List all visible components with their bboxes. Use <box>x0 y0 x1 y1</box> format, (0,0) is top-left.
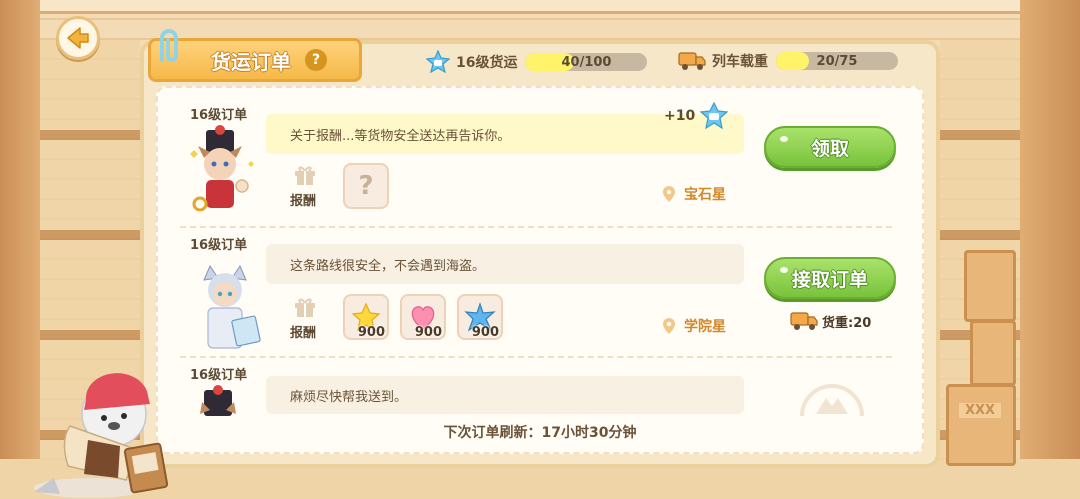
blue-star-badge-icon <box>426 50 450 74</box>
claim-button[interactable]: 领取 <box>764 126 896 168</box>
cat-captain-avatar[interactable] <box>196 384 270 416</box>
order-speech-bubble: 这条路线很安全，不会遇到海盗。 <box>266 244 744 284</box>
paperclip-icon <box>160 29 178 62</box>
cat-captain-avatar[interactable] <box>182 124 256 214</box>
bonus-badge: +10 <box>664 102 729 130</box>
back-arrow-icon <box>67 27 89 49</box>
truck-icon <box>790 312 818 330</box>
unknown-reward-slot: ? <box>343 163 389 209</box>
destination-name: 宝石星 <box>684 187 726 203</box>
question-mark: ? <box>358 171 374 201</box>
divider <box>180 226 892 228</box>
cargo-level-value: 40/100 <box>561 54 612 70</box>
gift-icon <box>295 166 315 185</box>
cargo-level-label: 16级货运 <box>456 55 518 71</box>
help-icon[interactable]: ? <box>305 49 327 71</box>
button-shine <box>780 267 788 273</box>
destination: 学院星 <box>662 316 726 336</box>
order-message: 关于报酬...等货物安全送达再告诉你。 <box>290 128 511 144</box>
train-load-bar: 20/75 <box>776 52 898 70</box>
cargo-level-stat: 16级货运 40/100 <box>426 50 648 74</box>
order-message: 这条路线很安全，不会遇到海盗。 <box>290 258 486 274</box>
reward-slot[interactable]: 900 <box>400 294 446 340</box>
crate <box>964 250 1016 322</box>
location-pin-icon <box>663 318 675 334</box>
reward-label: 报酬 <box>290 326 317 341</box>
gift-icon <box>295 298 315 317</box>
back-button[interactable] <box>56 16 100 60</box>
crate-label: XXX <box>959 403 1002 418</box>
reward-label: 报酬 <box>290 194 317 209</box>
reward-count: 900 <box>471 325 499 340</box>
reward-count: 900 <box>357 325 385 340</box>
train-load-stat: 列车载重 20/75 <box>678 50 898 72</box>
claim-button-label: 领取 <box>810 137 849 160</box>
seal-mascot[interactable] <box>30 370 180 499</box>
cargo-weight: 货重:20 <box>790 310 871 332</box>
cargo-level-bar: 40/100 <box>525 53 648 71</box>
wolf-scholar-avatar[interactable] <box>188 262 262 352</box>
destination: 宝石星 <box>662 184 726 204</box>
accept-order-button[interactable]: 接取订单 <box>764 257 896 299</box>
page-title: 货运订单 <box>211 49 291 74</box>
truck-icon <box>678 52 706 70</box>
order-level: 16级订单 <box>190 238 248 253</box>
refresh-timer: 下次订单刷新：17小时30分钟 <box>443 425 637 441</box>
train-load-value: 20/75 <box>816 53 858 69</box>
crate: XXX <box>946 384 1016 466</box>
location-pin-icon <box>663 186 675 202</box>
crate <box>970 320 1016 386</box>
cargo-weight-value: 货重:20 <box>822 315 872 331</box>
button-shine <box>780 136 788 142</box>
blue-star-badge-icon <box>699 102 729 130</box>
order-message: 麻烦尽快帮我送到。 <box>290 389 408 405</box>
order-level: 16级订单 <box>190 368 248 383</box>
divider <box>180 356 892 358</box>
reward-slot[interactable]: 900 <box>457 294 503 340</box>
top-beam <box>0 0 1080 14</box>
bonus-value: +10 <box>664 108 696 124</box>
train-load-label: 列车载重 <box>712 54 768 70</box>
destination-name: 学院星 <box>684 319 726 335</box>
order-speech-bubble: 麻烦尽快帮我送到。 <box>266 376 744 414</box>
accept-order-button-label: 接取订单 <box>791 268 868 291</box>
right-pillar <box>1020 0 1080 499</box>
order-level: 16级订单 <box>190 108 248 123</box>
train-logo-watermark <box>800 384 864 417</box>
reward-count: 900 <box>414 325 442 340</box>
reward-slot[interactable]: 900 <box>343 294 389 340</box>
